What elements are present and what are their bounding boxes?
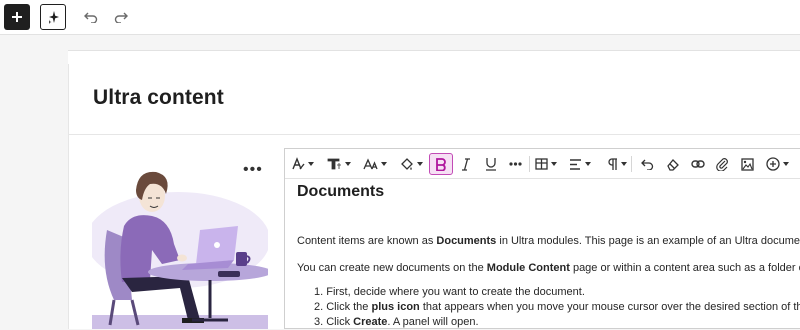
insert-image-icon [741,157,754,171]
list-number: 3. [314,316,327,328]
list-item: 2. Click the plus icon that appears when… [314,301,800,316]
plus-icon [12,12,22,22]
more-button[interactable] [509,153,522,175]
attach-icon [716,158,728,171]
insert-link-button[interactable] [691,153,705,175]
list-item: 3. Click Create. A panel will open. [314,316,800,330]
table-icon [535,158,548,170]
canvas-top-strip [68,50,800,64]
toolbar-separator [631,156,632,172]
bold-icon [436,157,446,171]
top-toolbar [0,0,800,35]
paragraph-icon [608,157,617,170]
title-divider [68,134,800,135]
steps-list: 1. First, decide where you want to creat… [314,286,800,330]
toolbar-separator [529,156,530,172]
editor-body[interactable]: Documents Content items are known as Doc… [297,185,800,330]
more-icon [509,162,522,166]
bold-text: Create [353,316,388,328]
rich-text-editor[interactable]: Documents Content items are known as Doc… [284,148,800,329]
person-with-laptop-illustration [92,171,268,329]
clear-format-button[interactable] [666,153,679,175]
list-text: Click [326,316,354,328]
list-text: . A panel will open. [387,316,479,328]
list-number: 2. [314,301,327,313]
clear-format-icon [667,158,679,171]
highlight-color-button[interactable] [399,153,423,175]
align-button[interactable] [569,153,591,175]
underline-icon [486,158,496,171]
image-block[interactable] [92,160,268,329]
ai-assist-button[interactable] [40,4,66,30]
undo-icon [641,159,654,170]
editor-toolbar [285,149,800,179]
italic-button[interactable] [461,153,471,175]
page-title: Ultra content [93,86,224,109]
undo-icon [84,12,98,23]
undo-button[interactable] [80,4,102,30]
paragraph-text: Content items are known as [297,235,437,247]
add-content-icon [766,157,780,171]
font-size-icon [363,158,378,170]
paragraph-text: You can create new documents on the [297,262,487,274]
paragraph-documents: Content items are known as Documents in … [297,235,800,248]
paragraph-create: You can create new documents on the Modu… [297,262,800,275]
underline-button[interactable] [485,153,497,175]
text-style-icon [292,157,305,170]
list-item: 1. First, decide where you want to creat… [314,286,800,301]
add-content-button[interactable] [766,153,789,175]
paragraph-button[interactable] [607,153,627,175]
attach-button[interactable] [716,153,729,175]
insert-image-button[interactable] [741,153,754,175]
paragraph-text: page or within a content area such as a … [572,262,800,274]
text-style-button[interactable] [291,153,314,175]
italic-icon [462,157,470,171]
image-more-button[interactable]: ••• [243,162,263,178]
list-text: First, decide where you want to create t… [326,286,585,298]
list-text: that appears when you move your mouse cu… [419,301,800,313]
document-heading-text: Documents [297,185,385,200]
bold-button[interactable] [429,153,453,175]
add-button[interactable] [4,4,30,30]
sparkle-icon [49,11,59,24]
table-button[interactable] [535,153,557,175]
document-heading: Documents [297,185,800,205]
bold-text: Module Content [486,262,570,274]
bold-text: Documents [436,235,497,247]
list-text: Click the [326,301,372,313]
heading-format-icon [327,158,341,170]
font-size-button[interactable] [363,153,387,175]
redo-icon [114,12,128,23]
list-number: 1. [314,286,327,298]
bold-text: plus icon [371,301,420,313]
redo-button[interactable] [110,4,132,30]
paragraph-text: in Ultra modules. This page is an exampl… [496,235,800,247]
link-icon [691,160,705,168]
heading-format-button[interactable] [327,153,351,175]
highlight-color-icon [401,158,413,170]
editor-undo-button[interactable] [641,153,654,175]
align-icon [570,158,581,170]
